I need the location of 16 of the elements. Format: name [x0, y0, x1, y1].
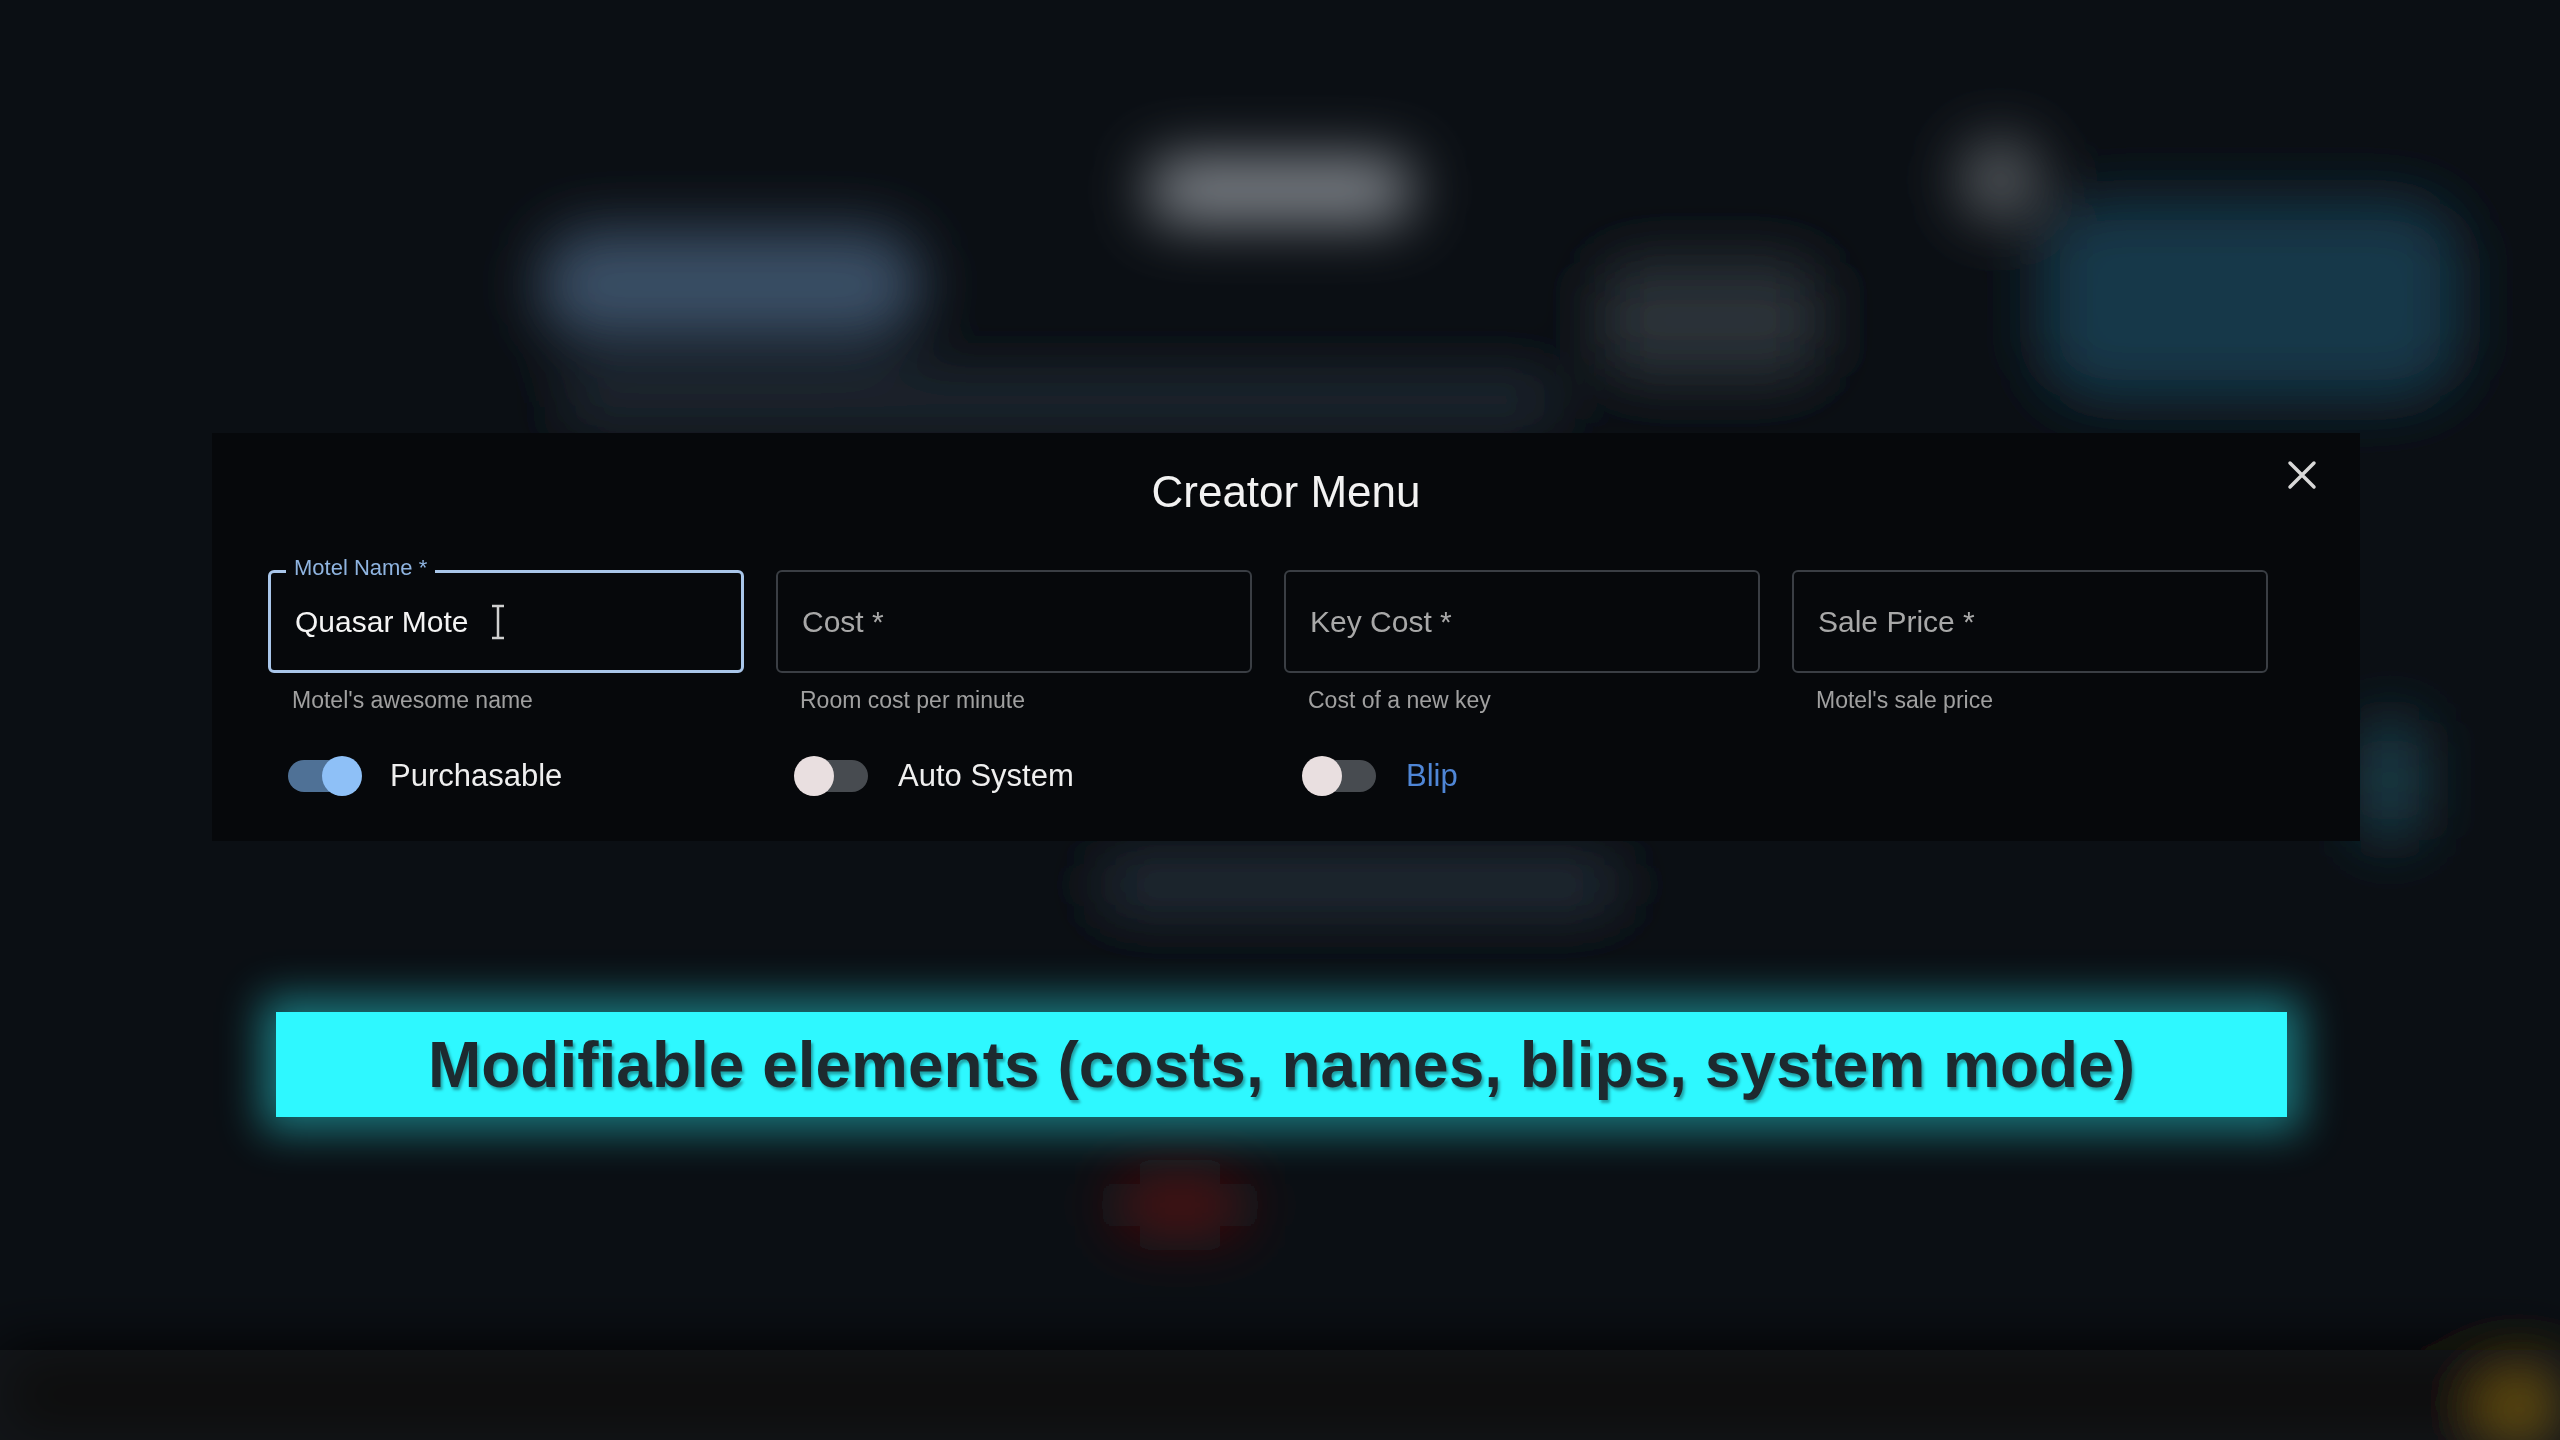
field-label: Sale Price * — [1818, 604, 1975, 639]
helper-text: Motel's awesome name — [292, 687, 534, 715]
input-field[interactable]: Sale Price * — [1792, 570, 2268, 674]
helper-text: Motel's sale price — [1816, 687, 1994, 715]
input-field[interactable]: Cost * — [776, 570, 1252, 674]
helper-text: Cost of a new key — [1308, 687, 1492, 715]
toggle-link[interactable]: Blip — [1406, 758, 1458, 795]
toggle-label: Auto System — [898, 758, 1074, 795]
text-cursor-icon — [490, 604, 506, 641]
input-field[interactable]: Key Cost * — [1284, 570, 1760, 674]
caption-banner: Modifiable elements (costs, names, blips, system mode) — [276, 1012, 2287, 1117]
helper-text: Room cost per minute — [800, 687, 1026, 715]
field-label: Key Cost * — [1310, 604, 1452, 639]
toggle-label: Purchasable — [390, 758, 563, 795]
dialog-title: Creator Menu — [1151, 466, 1421, 518]
field-label: Cost * — [802, 604, 884, 639]
